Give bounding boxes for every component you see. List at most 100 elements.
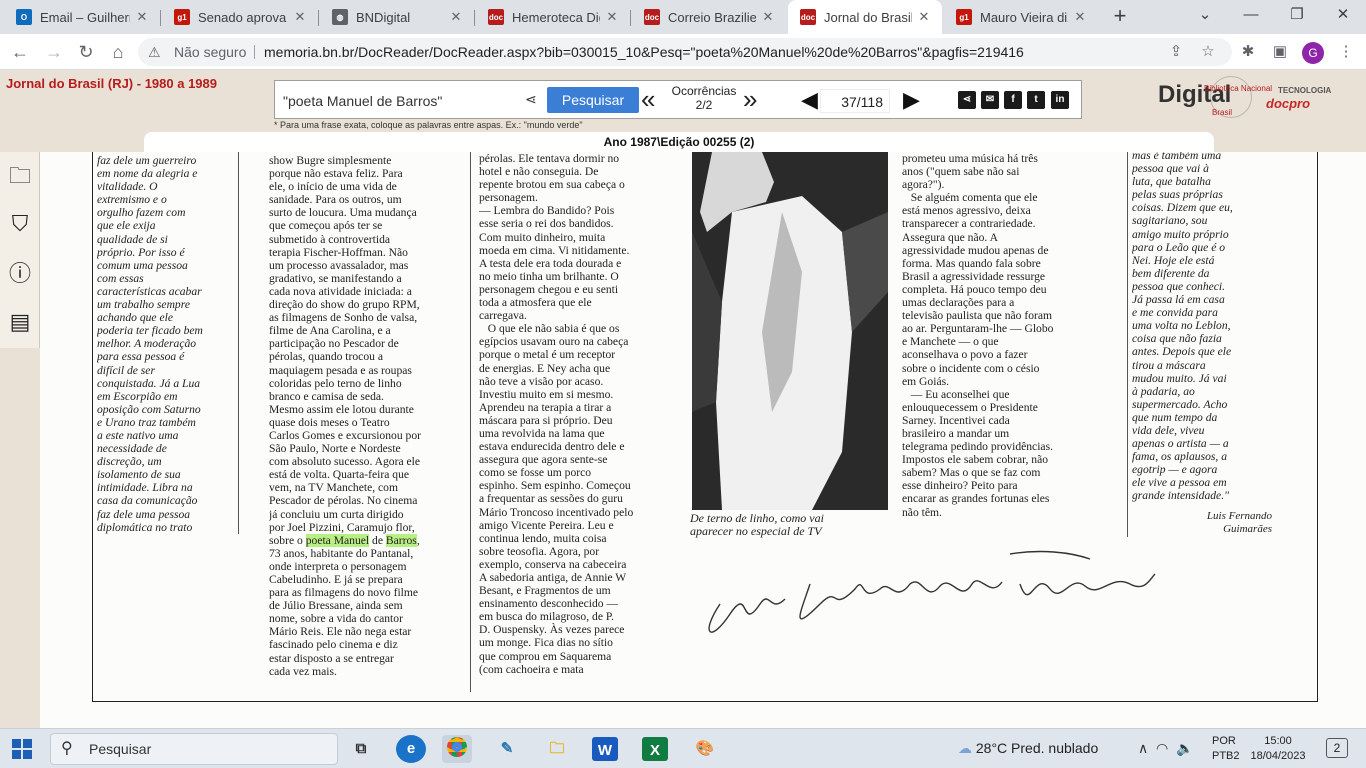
close-tab-icon[interactable]: ✕ <box>134 9 150 25</box>
tab-title: Mauro Vieira diz <box>980 9 1068 25</box>
close-tab-icon[interactable]: ✕ <box>1072 9 1088 25</box>
search-hint: * Para uma frase exata, coloque as palav… <box>274 120 583 130</box>
outlook-icon: O <box>16 9 32 25</box>
newspaper-page: faz dele um guerreiro em nome da alegria… <box>40 152 1366 728</box>
email-icon[interactable]: ✉ <box>981 91 999 109</box>
twitter-icon[interactable]: t <box>1027 91 1045 109</box>
occurrences-value: 2/2 <box>695 98 713 112</box>
tab-search-icon[interactable]: ⌄ <box>1182 0 1228 30</box>
column-rule <box>238 152 239 534</box>
close-tab-icon[interactable]: ✕ <box>292 9 308 25</box>
share-page-icon[interactable]: ⇪ <box>1164 40 1188 64</box>
column-2-mid: de <box>369 533 386 547</box>
search-highlight: poeta Manuel <box>305 533 370 547</box>
address-bar[interactable]: ⚠ Não seguro memoria.bn.br/DocReader/Doc… <box>138 38 1232 66</box>
notification-badge[interactable]: 2 <box>1326 738 1348 758</box>
next-page-icon[interactable]: ▶ <box>903 87 920 113</box>
search-highlight: Barros <box>385 533 417 547</box>
reload-icon[interactable]: ↻ <box>74 40 98 64</box>
windows-start-icon[interactable] <box>12 739 32 759</box>
edge-icon[interactable]: e <box>396 735 426 763</box>
home-icon[interactable]: ⌂ <box>106 40 130 64</box>
clock-date: 18/04/2023 <box>1250 750 1306 762</box>
close-window-button[interactable]: ✕ <box>1320 0 1366 30</box>
author-signature: Luis Fernando Guimarães <box>1206 510 1272 535</box>
info-icon[interactable]: ⓘ <box>6 260 34 288</box>
tab-title: Hemeroteca Digit <box>512 9 600 25</box>
minimize-button[interactable]: — <box>1228 0 1274 30</box>
column-2-post: , <box>416 533 420 547</box>
tab-separator <box>474 10 475 26</box>
forward-icon[interactable]: → <box>42 40 66 64</box>
column-rule <box>1127 152 1128 537</box>
search-input[interactable] <box>283 90 521 112</box>
new-tab-button[interactable]: + <box>1108 5 1132 29</box>
tab-separator <box>318 10 319 26</box>
close-tab-icon[interactable]: ✕ <box>448 9 464 25</box>
tray-expand-icon[interactable]: ∧ <box>1138 740 1148 756</box>
search-button[interactable]: Pesquisar <box>547 87 639 113</box>
url-text[interactable]: memoria.bn.br/DocReader/DocReader.aspx?b… <box>264 38 1024 66</box>
close-tab-icon[interactable]: ✕ <box>916 9 932 25</box>
word-icon[interactable]: W <box>592 737 618 761</box>
bookmark-star-icon[interactable]: ☆ <box>1196 40 1220 64</box>
weather-widget[interactable]: ☁ 28°C Pred. nublado <box>958 737 1098 759</box>
prev-page-icon[interactable]: ◀ <box>801 87 818 113</box>
wifi-icon[interactable]: ◠ <box>1156 740 1168 756</box>
security-status: Não seguro <box>174 44 247 60</box>
facebook-icon[interactable]: f <box>1004 91 1022 109</box>
volume-icon[interactable]: 🔈 <box>1176 740 1193 756</box>
system-tray: ∧ ◠ 🔈 <box>1138 737 1193 759</box>
side-panel-icon[interactable]: ▣ <box>1268 40 1292 64</box>
paint-icon[interactable]: 🎨 <box>690 735 720 763</box>
file-explorer-icon[interactable]: 🗀 <box>542 735 572 763</box>
browser-tab[interactable]: doc Hemeroteca Digit✕ <box>476 0 630 34</box>
g1-icon: g1 <box>956 9 972 25</box>
globe-icon: ◍ <box>332 9 348 25</box>
taskbar-search[interactable]: ⚲ Pesquisar <box>50 733 338 765</box>
article-column-1: faz dele um guerreiro em nome da alegria… <box>97 154 203 534</box>
hemeroteca-icon: doc <box>644 9 660 25</box>
comment-icon[interactable]: ▤ <box>6 308 34 336</box>
ney-matogrosso-photo <box>692 152 888 510</box>
task-view-icon[interactable]: ⧉ <box>346 735 376 763</box>
page-number-field[interactable]: 37/118 <box>820 89 890 113</box>
browser-tab[interactable]: O Email – Guilherme✕ <box>4 0 160 34</box>
maximize-button[interactable]: ❐ <box>1274 0 1320 30</box>
clock[interactable]: 15:00 18/04/2023 <box>1246 734 1310 764</box>
hemeroteca-icon: doc <box>488 9 504 25</box>
share-icon[interactable]: ⋖ <box>958 91 976 109</box>
linkedin-icon[interactable]: in <box>1051 91 1069 109</box>
close-tab-icon[interactable]: ✕ <box>760 9 776 25</box>
back-icon[interactable]: ← <box>8 40 32 64</box>
folder-icon[interactable]: 🗀 <box>6 162 34 190</box>
browser-toolbar: ← → ↻ ⌂ ⚠ Não seguro memoria.bn.br/DocRe… <box>0 34 1366 70</box>
address-divider <box>254 45 255 59</box>
page-current[interactable]: 37 <box>841 94 857 110</box>
article-column-6: mas é também uma pessoa que vai à luta, … <box>1132 152 1233 503</box>
search-panel: ⋖ Pesquisar « Ocorrências 2/2 » ◀ 37/118… <box>274 80 1082 119</box>
logo-top-text: Biblioteca Nacional <box>1204 84 1273 93</box>
tech-label: TECNOLOGIA <box>1278 86 1332 95</box>
excel-icon[interactable]: X <box>642 737 668 761</box>
chrome-icon[interactable] <box>442 735 472 763</box>
prev-occurrence-icon[interactable]: « <box>641 85 655 113</box>
close-tab-icon[interactable]: ✕ <box>604 9 620 25</box>
browser-tab[interactable]: ◍ BNDigital ✕ <box>320 0 474 34</box>
column-2-text-a: show Bugre simplesmente porque não estav… <box>269 154 421 534</box>
browser-tab[interactable]: doc Correio Braziliens✕ <box>632 0 786 34</box>
browser-tab[interactable]: doc Jornal do Brasil (I✕ <box>788 0 942 34</box>
share-search-icon[interactable]: ⋖ <box>525 91 537 108</box>
hemeroteca-icon: doc <box>800 9 816 25</box>
language-indicator[interactable]: POR PTB2 <box>1212 734 1246 764</box>
profile-avatar[interactable]: G <box>1302 42 1324 64</box>
handwritten-signature <box>708 550 1156 633</box>
browser-tab[interactable]: g1 Senado aprova Pl✕ <box>162 0 318 34</box>
bookmark-icon[interactable]: ⛉ <box>6 210 34 238</box>
notepad-icon[interactable]: ✎ <box>492 735 522 763</box>
next-occurrence-icon[interactable]: » <box>743 85 757 113</box>
extensions-icon[interactable]: ✱ <box>1236 40 1260 64</box>
article-column-3: pérolas. Ele tentava dormir no hotel e n… <box>479 152 634 676</box>
browser-tab[interactable]: g1 Mauro Vieira diz ✕ <box>944 0 1098 34</box>
menu-icon[interactable]: ⋮ <box>1334 40 1358 64</box>
